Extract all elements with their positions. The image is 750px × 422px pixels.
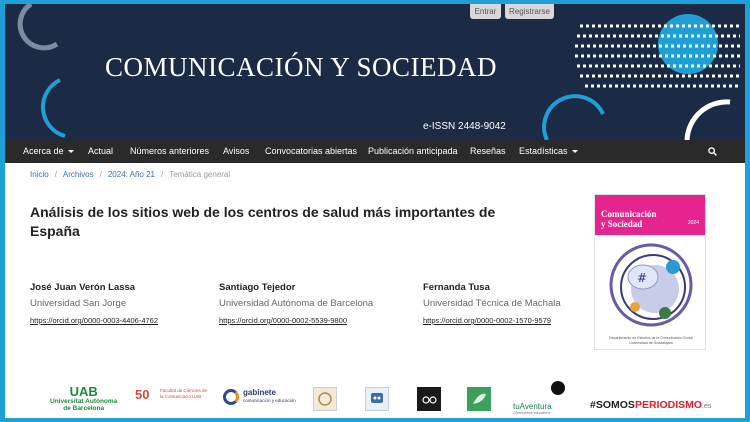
main-nav: Acerca de Actual Números anteriores Avis… xyxy=(5,140,745,179)
nav-item-announcements[interactable]: Avisos xyxy=(223,140,249,163)
glasses-icon xyxy=(422,396,437,404)
nav-item-archives[interactable]: Números anteriores xyxy=(130,140,209,163)
tuaventura-logo-sub: Cibermedios educativos xyxy=(513,411,551,415)
partner-logos: UAB Universitat Autònoma de Barcelona 50… xyxy=(5,380,745,418)
author-card: Santiago Tejedor Universidad Autónoma de… xyxy=(219,282,373,325)
breadcrumb: Inicio / Archivos / 2024: Año 21 / Temática ge… xyxy=(30,170,230,179)
author-name: Fernanda Tusa xyxy=(423,282,490,293)
page-frame: COMUNICACIÓN Y SOCIEDAD e-ISSN 2448-9042… xyxy=(5,4,745,418)
author-orcid-link[interactable]: https://orcid.org/0000-0003-4406-4762 xyxy=(30,316,158,325)
breadcrumb-separator: / xyxy=(54,170,57,179)
emblem-logo[interactable] xyxy=(313,387,337,411)
uab-logo-mark: UAB xyxy=(69,384,98,399)
uab-logo-line: de Barcelona xyxy=(63,405,105,412)
author-name: Santiago Tejedor xyxy=(219,282,296,293)
search-icon xyxy=(708,147,717,157)
author-orcid-link[interactable]: https://orcid.org/0000-0002-1570-9579 xyxy=(423,316,561,325)
author-card: José Juan Verón Lassa Universidad San Jo… xyxy=(30,282,158,325)
cover-footer: Departamento de Estudios de la Comunicac… xyxy=(603,336,699,345)
faculty-logo-number: 50 xyxy=(135,387,150,402)
tuaventura-logo[interactable]: tuAventura Cibermedios educativos xyxy=(513,381,565,415)
cover-illustration: # xyxy=(609,243,693,327)
chevron-down-icon xyxy=(571,150,578,154)
black-square-logo[interactable] xyxy=(417,387,441,411)
profile-icon xyxy=(551,381,565,395)
chevron-down-icon xyxy=(67,150,74,154)
nav-item-label: Acerca de xyxy=(23,146,64,156)
seal-icon xyxy=(318,392,332,406)
nav-item-label: Estadísticas xyxy=(519,146,568,156)
nav-item-about[interactable]: Acerca de xyxy=(23,140,74,163)
breadcrumb-home[interactable]: Inicio xyxy=(30,170,49,179)
article-title: Análisis de los sitios web de los centro… xyxy=(30,204,496,239)
register-button[interactable]: Registrarse xyxy=(505,4,554,19)
nav-item-current[interactable]: Actual xyxy=(88,140,113,163)
nav-item-reviews[interactable]: Reseñas xyxy=(470,140,506,163)
author-affiliation: Universidad San Jorge xyxy=(30,298,127,309)
svg-text:#: # xyxy=(637,271,647,285)
issn-label: e-ISSN 2448-9042 xyxy=(423,121,506,132)
issue-cover-image[interactable]: Comunicación y Sociedad 2024 # Departame… xyxy=(594,194,706,350)
robot-icon xyxy=(371,393,383,403)
breadcrumb-separator: / xyxy=(99,170,102,179)
gabinete-logo-sub: comunicación y educación xyxy=(243,398,296,403)
institution-logo[interactable] xyxy=(365,387,389,411)
somos-highlight: PERIODISMO xyxy=(634,399,703,411)
uab-logo[interactable]: UAB Universitat Autònoma de Barcelona xyxy=(50,385,117,412)
breadcrumb-section: Temática general xyxy=(169,170,231,179)
author-card: Fernanda Tusa Universidad Técnica de Mac… xyxy=(423,282,561,325)
somos-suffix: .es xyxy=(702,403,712,410)
nav-item-statistics[interactable]: Estadísticas xyxy=(519,140,578,163)
breadcrumb-issue[interactable]: 2024: Año 21 xyxy=(108,170,155,179)
cover-footer-line: Departamento de Estudios de la Comunicac… xyxy=(609,336,693,340)
nav-item-open-calls[interactable]: Convocatorias abiertas xyxy=(265,140,357,163)
tuaventura-logo-name: tuAventura xyxy=(513,402,552,411)
breadcrumb-separator: / xyxy=(161,170,164,179)
site-header: COMUNICACIÓN Y SOCIEDAD e-ISSN 2448-9042… xyxy=(5,4,745,140)
gabinete-logo-name: gabinete xyxy=(243,388,276,397)
author-affiliation: Universidad Autónoma de Barcelona xyxy=(219,298,374,309)
gabinete-icon xyxy=(223,389,239,405)
search-link[interactable]: Buscar xyxy=(708,140,745,179)
somos-periodismo-logo[interactable]: #SOMOSPERIODISMO.es xyxy=(590,399,711,411)
journal-title[interactable]: COMUNICACIÓN Y SOCIEDAD xyxy=(105,52,497,83)
login-button[interactable]: Entrar xyxy=(470,4,501,19)
uab-logo-line: Universitat Autònoma xyxy=(50,398,118,405)
author-affiliation: Universidad Técnica de Machala xyxy=(423,298,561,309)
cover-footer-line: Universidad de Guadalajara xyxy=(629,340,673,345)
nav-item-early-publication[interactable]: Publicación anticipada xyxy=(368,140,458,163)
somos-prefix: #SOMOS xyxy=(590,399,635,411)
author-orcid-link[interactable]: https://orcid.org/0000-0002-5539-9800 xyxy=(219,316,373,325)
search-label: Buscar xyxy=(708,169,737,179)
breadcrumb-archives[interactable]: Archivos xyxy=(63,170,94,179)
green-square-logo[interactable] xyxy=(467,387,491,411)
author-name: José Juan Verón Lassa xyxy=(30,282,136,293)
leaf-icon xyxy=(473,393,486,404)
faculty-logo-text: Facultat de Ciències de la Comunicació U… xyxy=(160,388,208,399)
